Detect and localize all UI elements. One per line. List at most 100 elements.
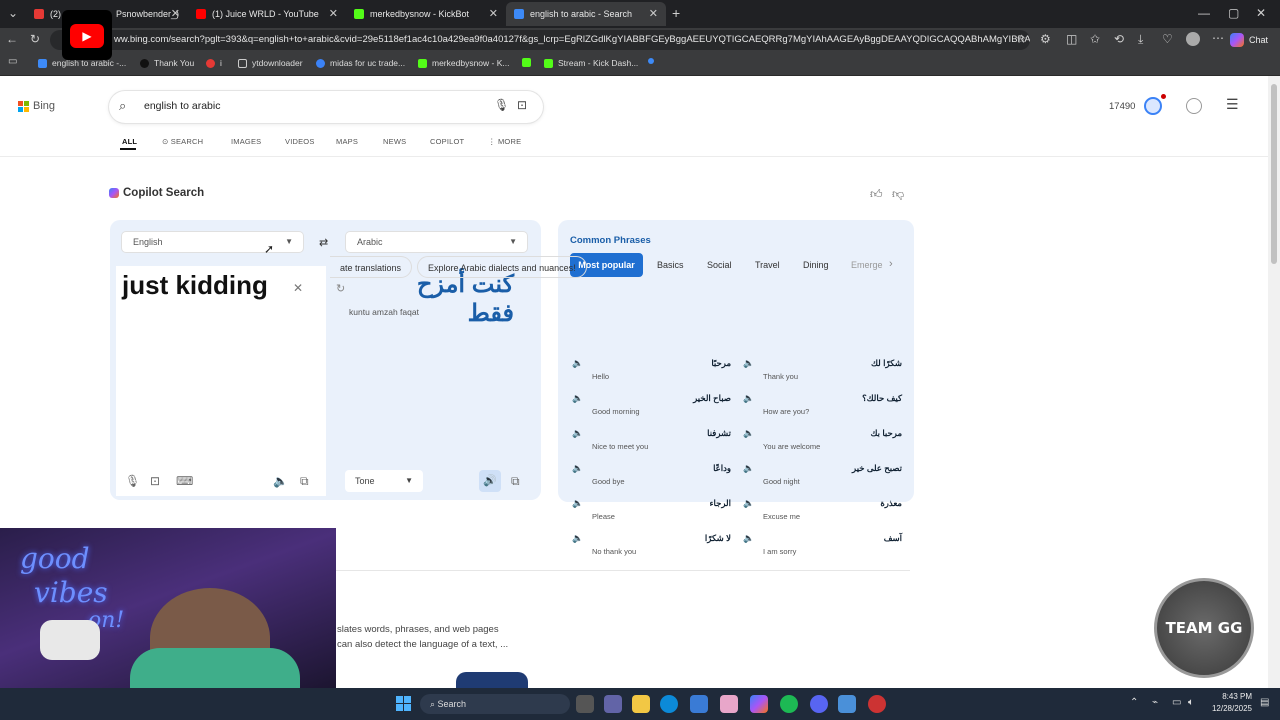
file-explorer-icon[interactable] <box>632 695 650 713</box>
microphone-icon[interactable]: 🎙 <box>125 474 140 488</box>
phrase-item[interactable]: 🔈 تصبح على خير Good night <box>741 463 906 495</box>
phrase-item[interactable]: 🔈 وداعًا Good bye <box>570 463 735 495</box>
tab-travel[interactable]: Travel <box>755 260 780 270</box>
keyboard-icon[interactable]: ⌨ <box>176 474 193 488</box>
speaker-icon[interactable]: 🔈 <box>572 463 583 474</box>
app-icon[interactable] <box>868 695 886 713</box>
speaker-icon[interactable]: 🔈 <box>572 533 583 544</box>
close-tab-icon[interactable]: ✕ <box>649 7 658 20</box>
camera-translate-icon[interactable]: ⊡ <box>150 474 160 488</box>
copy-icon[interactable]: ⧉ <box>511 474 520 489</box>
split-screen-icon[interactable]: ◫ <box>1066 32 1077 46</box>
search-box[interactable]: ⌕ english to arabic 🎙 ⊡ <box>109 91 543 123</box>
volume-icon[interactable]: 🔈︎ <box>1188 697 1194 708</box>
favorites-icon[interactable]: ✩ <box>1090 32 1100 46</box>
speaker-active-icon[interactable]: 🔊 <box>479 470 501 492</box>
speaker-icon[interactable]: 🔈 <box>572 498 583 509</box>
bookmark-item[interactable]: Stream - Kick Dash... <box>544 58 638 68</box>
phrase-item[interactable]: 🔈 آسف I am sorry <box>741 533 906 565</box>
speaker-icon[interactable]: 🔈 <box>273 474 288 488</box>
close-window-icon[interactable]: ✕ <box>1256 6 1266 20</box>
back-icon[interactable]: ← <box>6 32 18 46</box>
nav-news[interactable]: NEWS <box>383 137 406 146</box>
visual-search-icon[interactable]: ⊡ <box>517 98 527 112</box>
nav-images[interactable]: IMAGES <box>231 137 261 146</box>
spotify-icon[interactable] <box>780 695 798 713</box>
favorite-star-icon[interactable]: ☆ <box>1016 32 1027 46</box>
teams-icon[interactable] <box>604 695 622 713</box>
bookmark-item[interactable]: ytdownloader <box>238 58 303 68</box>
windows-start-icon[interactable] <box>396 696 411 711</box>
source-language-select[interactable]: English ▼ <box>122 232 303 252</box>
downloads-icon[interactable]: ⤓ <box>1138 32 1143 47</box>
phrase-item[interactable]: 🔈 لا شكرًا No thank you <box>570 533 735 565</box>
nav-maps[interactable]: MAPS <box>336 137 358 146</box>
voice-search-icon[interactable]: 🎙 <box>494 98 509 112</box>
browser-essentials-icon[interactable]: ♡ <box>1162 32 1173 46</box>
scrollbar-thumb[interactable] <box>1271 84 1277 264</box>
phrase-item[interactable]: 🔈 شكرًا لك Thank you <box>741 358 906 390</box>
swap-languages-icon[interactable]: ⇄ <box>319 236 328 249</box>
tab-actions-icon[interactable]: ⌄ <box>8 6 18 20</box>
notepad-icon[interactable] <box>838 695 856 713</box>
nav-videos[interactable]: VIDEOS <box>285 137 315 146</box>
tab-emergency[interactable]: Emerge <box>851 260 883 270</box>
phrase-item[interactable]: 🔈 الرجاء Please <box>570 498 735 530</box>
chevron-right-icon[interactable]: › <box>889 258 893 270</box>
speaker-icon[interactable]: 🔈 <box>572 428 583 439</box>
sign-in-icon[interactable] <box>1186 98 1202 114</box>
bookmark-item[interactable]: midas for uc trade... <box>316 58 405 68</box>
sidebar-toggle-icon[interactable]: ▭ <box>8 56 17 67</box>
close-tab-icon[interactable]: ✕ <box>489 7 498 20</box>
refresh-icon[interactable]: ↻ <box>30 32 40 46</box>
source-text-input[interactable]: just kidding <box>122 270 268 301</box>
edge-icon[interactable] <box>660 695 678 713</box>
taskbar-search[interactable]: ⌕ Search <box>420 694 570 714</box>
network-icon[interactable]: ⌁ <box>1152 697 1158 708</box>
partial-button[interactable] <box>456 672 528 688</box>
tab-social[interactable]: Social <box>707 260 732 270</box>
page-scrollbar[interactable] <box>1268 76 1280 688</box>
display-icon[interactable]: ▭ <box>1172 697 1181 708</box>
speaker-icon[interactable]: 🔈 <box>743 498 754 509</box>
new-tab-icon[interactable]: + <box>672 5 680 21</box>
rewards-points[interactable]: 17490 <box>1109 101 1135 112</box>
speaker-icon[interactable]: 🔈 <box>743 428 754 439</box>
thumbs-down-icon[interactable]: 👎︎ <box>892 187 904 202</box>
tab-basics[interactable]: Basics <box>657 260 684 270</box>
tab-bing-search[interactable]: english to arabic - Search ✕ <box>506 2 666 26</box>
tray-chevron-icon[interactable]: ⌃ <box>1130 697 1138 708</box>
more-menu-icon[interactable]: ⋯ <box>1212 31 1224 45</box>
speaker-icon[interactable]: 🔈 <box>743 463 754 474</box>
notifications-icon[interactable]: ▤ <box>1260 697 1269 708</box>
bookmark-item[interactable]: i <box>206 58 222 68</box>
tab-kickbot[interactable]: merkedbysnow - KickBot ✕ <box>346 2 506 26</box>
speaker-icon[interactable]: 🔈 <box>572 393 583 404</box>
nav-search[interactable]: ⊙ SEARCH <box>162 137 203 146</box>
close-tab-icon[interactable]: ✕ <box>329 7 338 20</box>
minimize-icon[interactable]: — <box>1198 6 1210 20</box>
history-icon[interactable]: ⟲ <box>1114 32 1124 46</box>
task-view-icon[interactable] <box>576 695 594 713</box>
thumbs-up-icon[interactable]: 👍︎ <box>870 187 883 202</box>
phrase-item[interactable]: 🔈 تشرفنا Nice to meet you <box>570 428 735 460</box>
copilot-chat-button[interactable]: Chat <box>1230 31 1274 49</box>
bookmark-item[interactable]: Thank You <box>140 58 194 68</box>
rewards-medal-icon[interactable] <box>1144 97 1162 115</box>
copy-icon[interactable]: ⧉ <box>300 474 309 489</box>
tab-2[interactable]: Psnowbender_) ✕ <box>108 2 188 26</box>
bing-logo[interactable]: Bing <box>18 100 55 112</box>
maximize-icon[interactable]: ▢ <box>1228 6 1239 20</box>
store-icon[interactable] <box>690 695 708 713</box>
nav-more[interactable]: ⋮ MORE <box>488 137 521 146</box>
url-field[interactable]: ww.bing.com/search?pglt=393&q=english+to… <box>50 30 1030 50</box>
hamburger-menu-icon[interactable]: ☰ <box>1226 96 1239 113</box>
search-input[interactable]: english to arabic <box>144 100 220 112</box>
bookmark-item[interactable] <box>522 58 536 67</box>
nav-copilot[interactable]: COPILOT <box>430 137 464 146</box>
app-icon[interactable] <box>720 695 738 713</box>
phrase-item[interactable]: 🔈 كيف حالك؟ How are you? <box>741 393 906 425</box>
discord-icon[interactable] <box>810 695 828 713</box>
speaker-icon[interactable]: 🔈 <box>743 393 754 404</box>
copilot-icon[interactable] <box>750 695 768 713</box>
